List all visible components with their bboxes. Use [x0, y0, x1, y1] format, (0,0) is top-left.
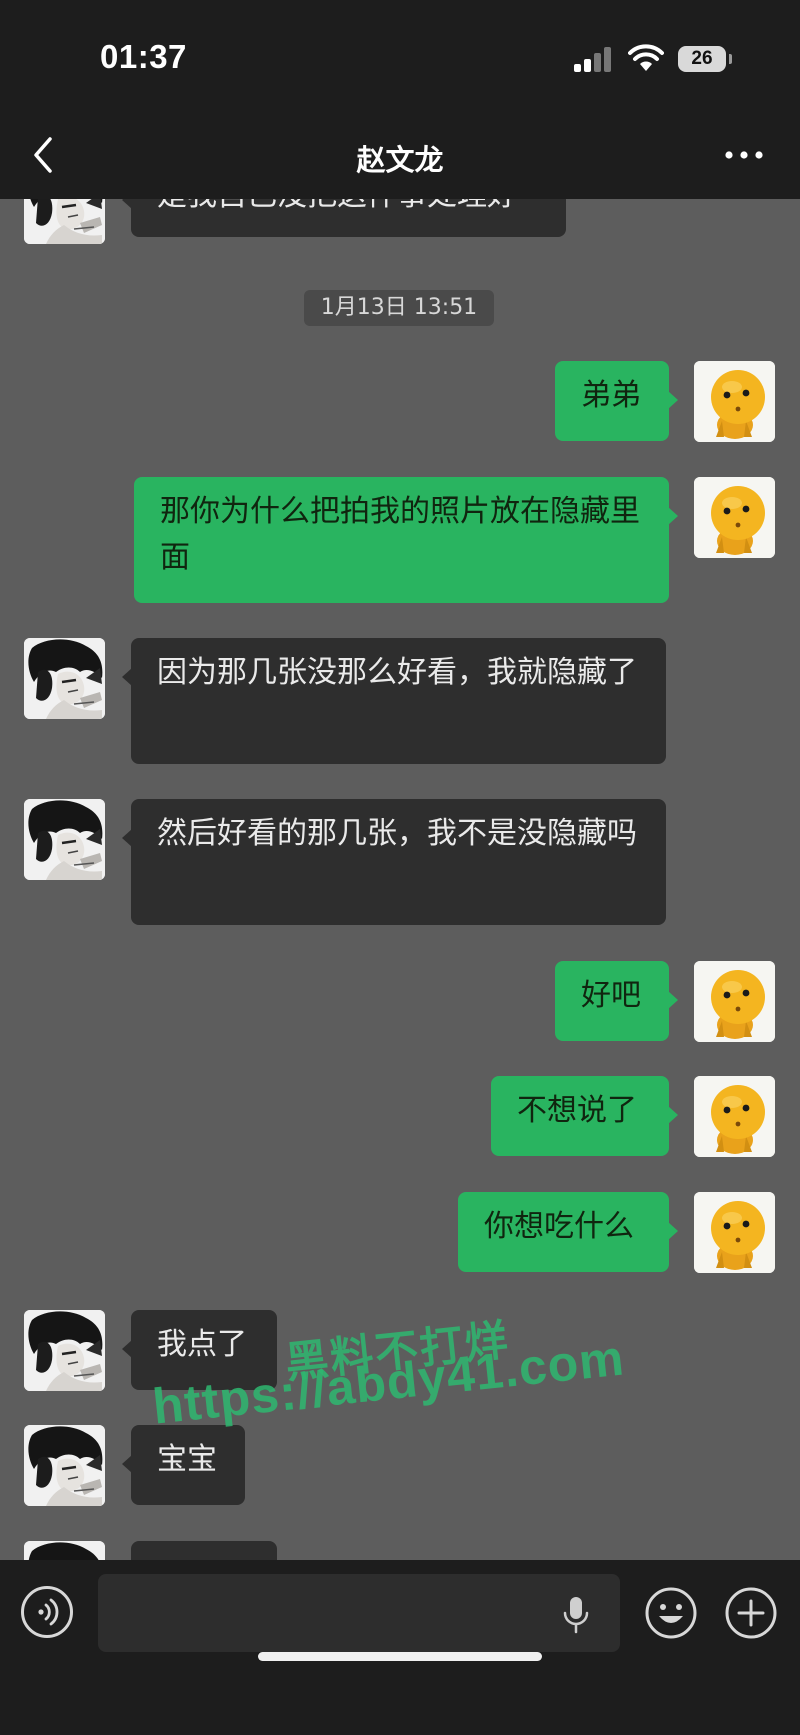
outgoing-message-bubble[interactable]: 好吧 [555, 961, 678, 1041]
self-avatar[interactable] [694, 477, 775, 558]
self-avatar[interactable] [694, 1076, 775, 1157]
message-input-bar [0, 1560, 800, 1735]
message-text: 我点了 [157, 1327, 247, 1362]
self-avatar[interactable] [694, 961, 775, 1042]
message-text: 弟弟 [581, 378, 641, 413]
contact-avatar[interactable] [24, 638, 105, 719]
incoming-message-bubble[interactable]: 宝宝 [122, 1425, 245, 1505]
more-dots-icon[interactable] [724, 143, 764, 167]
contact-avatar[interactable] [24, 1310, 105, 1391]
message-timestamp: 1月13日 13:51 [304, 290, 494, 326]
self-avatar[interactable] [694, 1192, 775, 1273]
incoming-message-bubble[interactable]: 是我自己没把这件事处理好 [122, 199, 566, 237]
message-text-input[interactable] [98, 1574, 620, 1652]
battery-indicator: 26 [678, 46, 726, 72]
cellular-signal-icon [574, 46, 614, 72]
message-text: 是我自己没把这件事处理好 [157, 199, 517, 213]
contact-name-title: 赵文龙 [356, 143, 444, 177]
outgoing-message-bubble[interactable]: 不想说了 [491, 1076, 678, 1156]
message-text: 宝宝 [157, 1442, 217, 1477]
home-indicator [258, 1652, 542, 1661]
wifi-icon [628, 44, 664, 71]
battery-tip [729, 54, 732, 64]
message-text: 然后好看的那几张，我不是没隐藏吗 [157, 816, 637, 851]
outgoing-message-bubble[interactable]: 弟弟 [555, 361, 678, 441]
message-text: 因为那几张没那么好看，我就隐藏了 [157, 655, 637, 690]
contact-avatar[interactable] [24, 799, 105, 880]
message-text: 不想说了 [517, 1093, 637, 1128]
incoming-message-bubble[interactable]: 然后好看的那几张，我不是没隐藏吗 [122, 799, 666, 925]
mic-icon[interactable] [561, 1595, 591, 1635]
message-text: 那你为什么把拍我的照片放在隐藏里面 [160, 494, 640, 575]
chat-header: 赵文龙 [0, 115, 800, 199]
incoming-message-bubble[interactable] [131, 1541, 277, 1560]
outgoing-message-bubble[interactable]: 你想吃什么 [458, 1192, 678, 1272]
contact-avatar[interactable] [24, 199, 105, 244]
outgoing-message-bubble[interactable]: 那你为什么把拍我的照片放在隐藏里面 [134, 477, 678, 603]
status-time: 01:37 [100, 38, 187, 75]
contact-avatar[interactable] [24, 1425, 105, 1506]
self-avatar[interactable] [694, 361, 775, 442]
plus-icon[interactable] [724, 1586, 778, 1640]
message-text: 你想吃什么 [484, 1209, 634, 1244]
emoji-icon[interactable] [644, 1586, 698, 1640]
incoming-message-bubble[interactable]: 因为那几张没那么好看，我就隐藏了 [122, 638, 666, 764]
voice-icon[interactable] [21, 1586, 73, 1638]
message-text: 好吧 [581, 978, 641, 1013]
status-bar: 01:37 26 [0, 0, 800, 115]
contact-avatar[interactable] [24, 1541, 105, 1560]
